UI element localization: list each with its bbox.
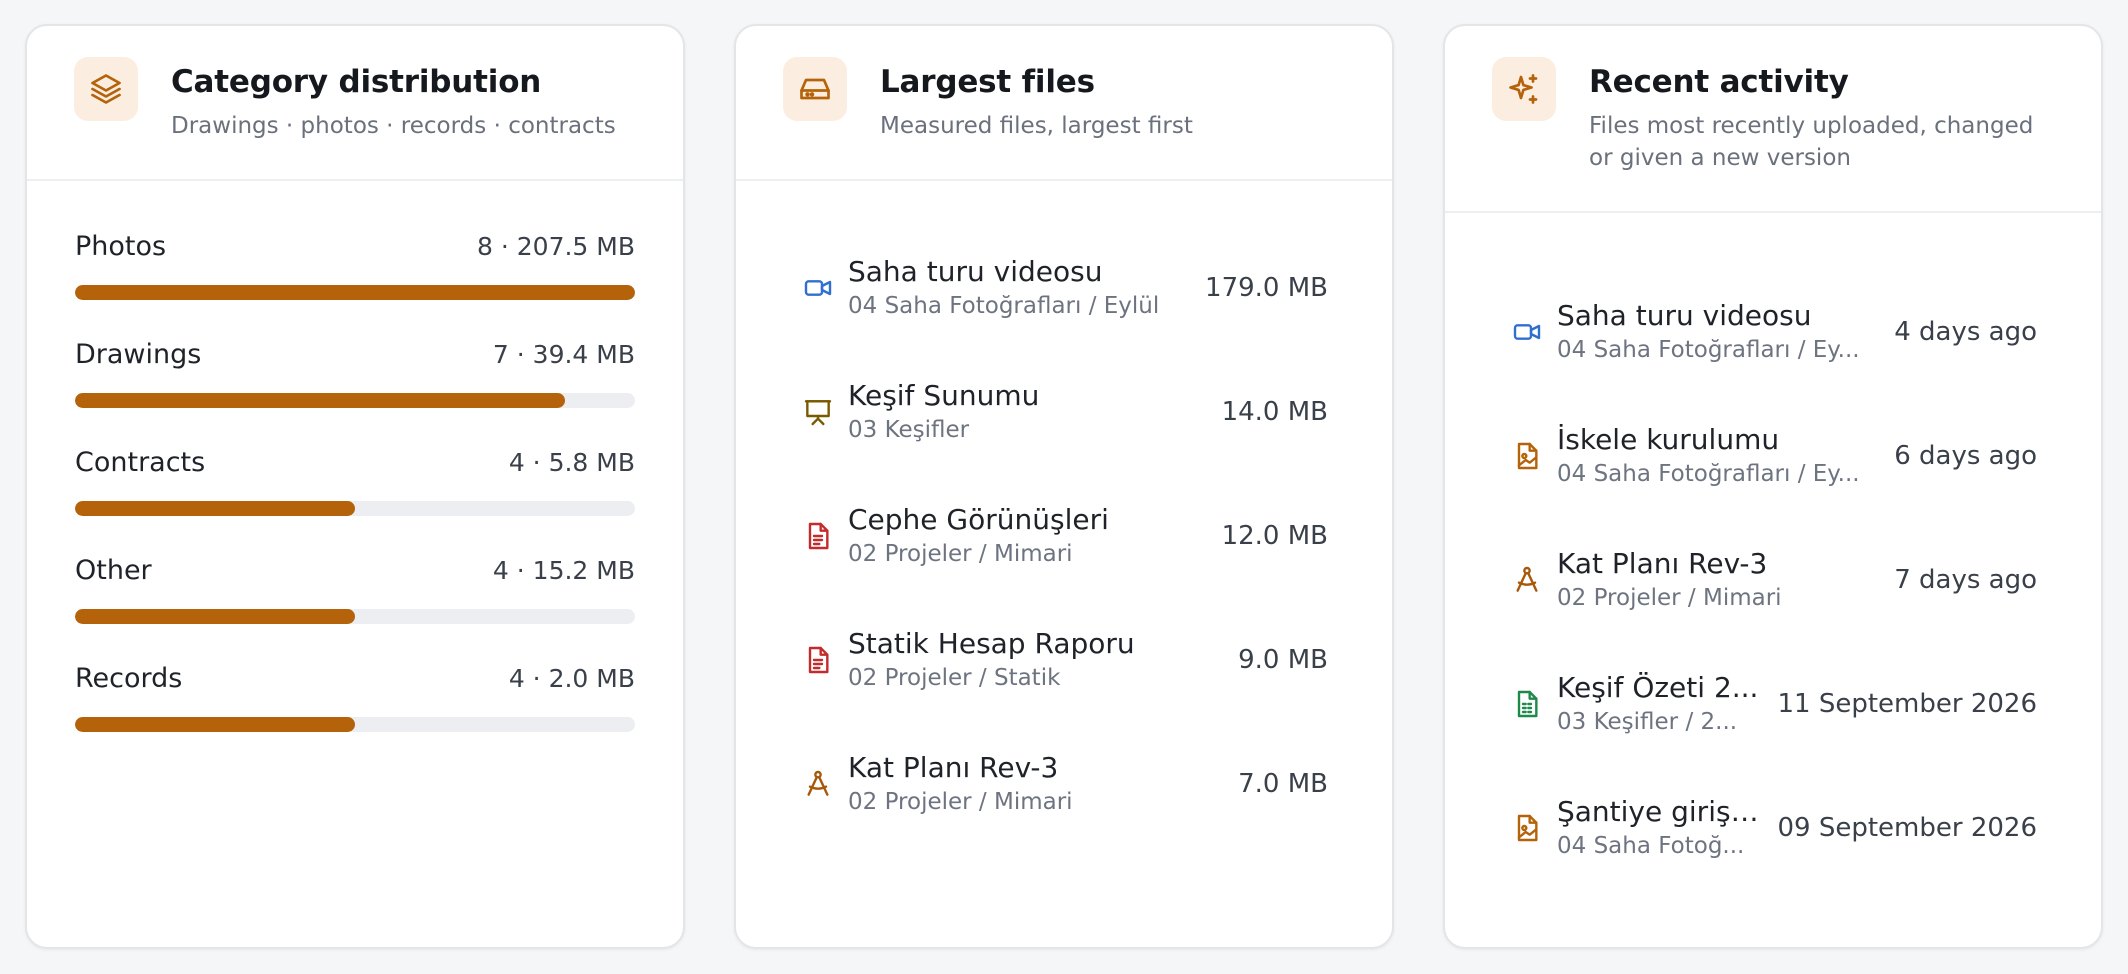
file-size: 7.0 MB	[1238, 769, 1328, 799]
category-label: Other	[75, 555, 152, 586]
card-subtitle: Measured files, largest first	[880, 113, 1193, 139]
category-bar-fill	[75, 393, 565, 408]
category-label: Records	[75, 663, 183, 694]
file-row[interactable]: Kat Planı Rev-3 02 Projeler / Mimari 7.0…	[800, 722, 1328, 846]
file-path: 02 Projeler / Mimari	[1557, 585, 1782, 611]
category-label: Photos	[75, 231, 167, 262]
file-row[interactable]: Saha turu videosu 04 Saha Fotoğrafları /…	[800, 226, 1328, 350]
activity-row[interactable]: Keşif Özeti 2... 03 Keşifler / 2... 11 S…	[1509, 642, 2037, 766]
drafting-compass-icon	[1509, 562, 1545, 598]
category-bar	[75, 501, 635, 516]
file-path: 04 Saha Fotoğrafları / Eylül	[848, 293, 1160, 319]
file-size: 179.0 MB	[1205, 273, 1328, 303]
category-value: 4 · 15.2 MB	[492, 556, 635, 585]
sparkles-icon	[1492, 57, 1556, 121]
activity-row[interactable]: Şantiye giriş ... 04 Saha Fotoğ... 09 Se…	[1509, 766, 2037, 890]
file-name: Cephe Görünüşleri	[848, 503, 1109, 536]
presentation-icon	[800, 394, 836, 430]
file-path: 02 Projeler / Mimari	[848, 541, 1073, 567]
category-value: 4 · 5.8 MB	[508, 448, 635, 477]
spreadsheet-file-icon	[1509, 686, 1545, 722]
file-path: 04 Saha Fotoğ...	[1557, 833, 1745, 859]
file-path: 03 Keşifler / 2...	[1557, 709, 1738, 735]
card-subtitle: Drawings · photos · records · contracts	[171, 113, 616, 139]
recent-activity-card: Recent activity Files most recently uplo…	[1443, 24, 2103, 949]
activity-time: 4 days ago	[1894, 317, 2037, 347]
file-name: Saha turu videosu	[1557, 299, 1812, 332]
card-title: Category distribution	[171, 64, 542, 100]
file-size: 9.0 MB	[1238, 645, 1328, 675]
image-file-icon	[1509, 810, 1545, 846]
category-label: Drawings	[75, 339, 202, 370]
category-bar	[75, 285, 635, 300]
file-name: Kat Planı Rev-3	[848, 751, 1059, 784]
category-row-photos[interactable]: Photos 8 · 207.5 MB	[75, 231, 635, 339]
video-icon	[1509, 314, 1545, 350]
file-size: 14.0 MB	[1221, 397, 1328, 427]
category-value: 7 · 39.4 MB	[492, 340, 635, 369]
hard-drive-icon	[783, 57, 847, 121]
activity-time: 09 September 2026	[1777, 813, 2038, 843]
category-bar	[75, 393, 635, 408]
category-row-other[interactable]: Other 4 · 15.2 MB	[75, 555, 635, 663]
file-path: 02 Projeler / Statik	[848, 665, 1061, 691]
file-name: Keşif Özeti 2...	[1557, 671, 1759, 704]
activity-row[interactable]: İskele kurulumu 04 Saha Fotoğrafları / E…	[1509, 394, 2037, 518]
activity-time: 7 days ago	[1894, 565, 2037, 595]
pdf-file-icon	[800, 518, 836, 554]
activity-row[interactable]: Saha turu videosu 04 Saha Fotoğrafları /…	[1509, 270, 2037, 394]
file-row[interactable]: Statik Hesap Raporu 02 Projeler / Statik…	[800, 598, 1328, 722]
pdf-file-icon	[800, 642, 836, 678]
activity-row[interactable]: Kat Planı Rev-3 02 Projeler / Mimari 7 d…	[1509, 518, 2037, 642]
category-bar-fill	[75, 285, 635, 300]
recent-activity-list: Saha turu videosu 04 Saha Fotoğrafları /…	[1445, 213, 2101, 890]
category-bar	[75, 609, 635, 624]
video-icon	[800, 270, 836, 306]
category-label: Contracts	[75, 447, 206, 478]
image-file-icon	[1509, 438, 1545, 474]
largest-files-list: Saha turu videosu 04 Saha Fotoğrafları /…	[736, 181, 1392, 846]
card-title: Largest files	[880, 64, 1095, 100]
category-bar	[75, 717, 635, 732]
category-bar-fill	[75, 501, 355, 516]
activity-time: 11 September 2026	[1777, 689, 2038, 719]
category-list: Photos 8 · 207.5 MB Drawings 7 · 39.4 MB…	[27, 181, 683, 771]
category-bar-fill	[75, 609, 355, 624]
card-header: Recent activity Files most recently uplo…	[1445, 26, 2101, 213]
category-bar-fill	[75, 717, 355, 732]
file-name: Kat Planı Rev-3	[1557, 547, 1768, 580]
file-path: 04 Saha Fotoğrafları / Ey...	[1557, 337, 1860, 363]
card-header: Category distribution Drawings · photos …	[27, 26, 683, 181]
drafting-compass-icon	[800, 766, 836, 802]
file-row[interactable]: Cephe Görünüşleri 02 Projeler / Mimari 1…	[800, 474, 1328, 598]
category-distribution-card: Category distribution Drawings · photos …	[25, 24, 685, 949]
file-name: Saha turu videosu	[848, 255, 1103, 288]
file-name: Statik Hesap Raporu	[848, 627, 1135, 660]
card-title: Recent activity	[1589, 64, 1849, 100]
file-path: 02 Projeler / Mimari	[848, 789, 1073, 815]
largest-files-card: Largest files Measured files, largest fi…	[734, 24, 1394, 949]
file-name: Şantiye giriş ...	[1557, 795, 1760, 828]
card-subtitle: Files most recently uploaded, changed or…	[1589, 113, 2034, 171]
file-size: 12.0 MB	[1221, 521, 1328, 551]
layers-icon	[74, 57, 138, 121]
file-name: Keşif Sunumu	[848, 379, 1040, 412]
card-header: Largest files Measured files, largest fi…	[736, 26, 1392, 181]
category-row-drawings[interactable]: Drawings 7 · 39.4 MB	[75, 339, 635, 447]
category-value: 4 · 2.0 MB	[508, 664, 635, 693]
file-row[interactable]: Keşif Sunumu 03 Keşifler 14.0 MB	[800, 350, 1328, 474]
category-value: 8 · 207.5 MB	[477, 232, 635, 261]
file-path: 03 Keşifler	[848, 417, 970, 443]
file-path: 04 Saha Fotoğrafları / Ey...	[1557, 461, 1860, 487]
category-row-contracts[interactable]: Contracts 4 · 5.8 MB	[75, 447, 635, 555]
file-name: İskele kurulumu	[1557, 423, 1780, 456]
activity-time: 6 days ago	[1894, 441, 2037, 471]
category-row-records[interactable]: Records 4 · 2.0 MB	[75, 663, 635, 771]
